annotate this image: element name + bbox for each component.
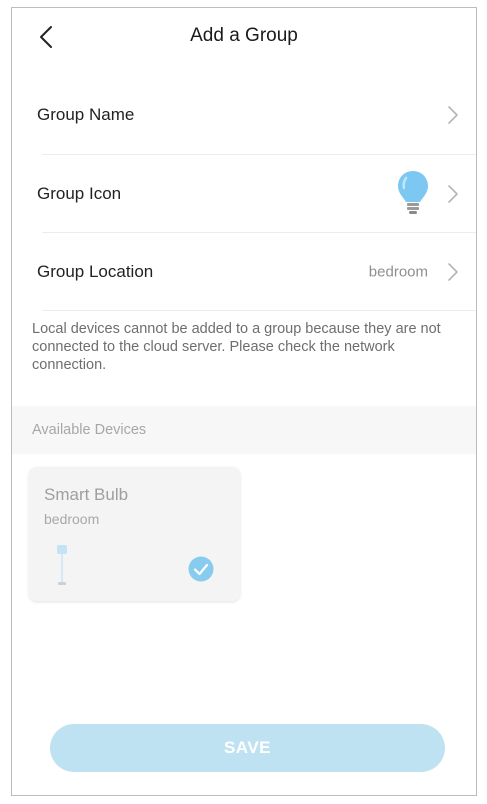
group-icon-label: Group Icon — [37, 184, 122, 203]
chevron-right-icon — [448, 106, 458, 124]
bulb-device-icon — [57, 545, 67, 585]
group-location-value: bedroom — [368, 263, 428, 281]
group-name-row[interactable]: Group Name — [12, 76, 476, 154]
available-devices-header: Available Devices — [12, 406, 476, 454]
selected-check-icon[interactable] — [188, 556, 214, 582]
cloud-notice-text: Local devices cannot be added to a group… — [32, 321, 441, 373]
chevron-right-icon — [448, 263, 458, 281]
device-name: Smart Bulb — [44, 485, 129, 504]
app-screen: Add a Group Group Name Group Icon Group … — [11, 7, 477, 796]
divider — [42, 310, 476, 311]
group-name-label: Group Name — [37, 105, 135, 124]
group-location-row[interactable]: Group Location bedroom — [12, 233, 476, 311]
lightbulb-icon — [398, 171, 428, 214]
device-card-smart-bulb[interactable]: Smart Bulb bedroom — [29, 467, 240, 601]
available-devices-title: Available Devices — [32, 422, 147, 438]
group-icon-row[interactable]: Group Icon — [12, 155, 476, 233]
group-location-label: Group Location — [37, 262, 154, 281]
chevron-right-icon — [448, 185, 458, 203]
device-location: bedroom — [44, 511, 100, 527]
page-title: Add a Group — [190, 25, 298, 46]
save-button[interactable]: SAVE — [50, 724, 445, 772]
header: Add a Group — [12, 8, 476, 66]
